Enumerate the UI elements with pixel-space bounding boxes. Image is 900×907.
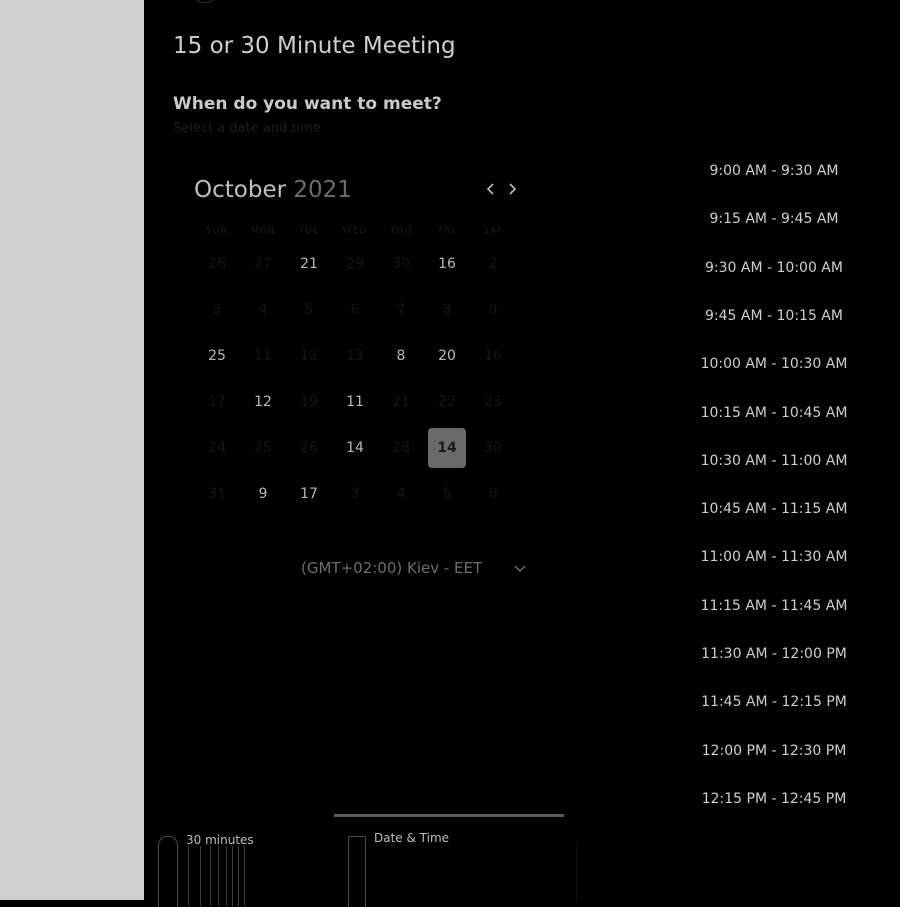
calendar-day[interactable]: 11 (336, 382, 374, 422)
time-slot-button[interactable]: 11:45 AM - 12:15 PM (692, 685, 856, 719)
calendar-day: 5 (442, 486, 452, 502)
calendar-day[interactable]: 25 (198, 336, 236, 376)
weekday-label: THU (390, 226, 412, 236)
time-slot-button[interactable]: 10:45 AM - 11:15 AM (692, 492, 856, 526)
calendar-day: 8 (442, 302, 452, 318)
calendar-day: 13 (346, 348, 364, 364)
calendar-day[interactable]: 9 (244, 474, 282, 514)
clock-icon (158, 836, 178, 907)
calendar-day: 26 (208, 256, 226, 272)
left-panel (0, 0, 144, 900)
calendar-day: 3 (212, 302, 222, 318)
calendar-day: 25 (254, 440, 272, 456)
duration-step-decoration (188, 846, 248, 906)
calendar-day[interactable]: 21 (290, 244, 328, 284)
calendar-day: 6 (350, 302, 360, 318)
calendar-day[interactable]: 16 (428, 244, 466, 284)
calendar-day: 2 (488, 256, 498, 272)
calendar-day: 22 (438, 394, 456, 410)
scheduler-panel: 15 or 30 Minute Meeting When do you want… (144, 0, 900, 907)
time-slot-button[interactable]: 10:15 AM - 10:45 AM (692, 396, 856, 430)
calendar-icon (348, 836, 366, 907)
weekday-header: SUN MON TUE WED THU FRI SAT (194, 226, 516, 240)
weekday-label: TUE (298, 226, 320, 236)
time-slot-button[interactable]: 9:30 AM - 10:00 AM (692, 251, 856, 285)
calendar-day: 30 (484, 440, 502, 456)
calendar-day: 30 (392, 256, 410, 272)
calendar-day: 26 (300, 440, 318, 456)
time-slot-button[interactable]: 11:00 AM - 11:30 AM (692, 540, 856, 574)
avatar (192, 0, 218, 3)
calendar-day: 28 (392, 440, 410, 456)
calendar-month-header: October 2021 (194, 177, 352, 203)
calendar-day[interactable]: 20 (428, 336, 466, 376)
calendar-day: 5 (304, 302, 314, 318)
month-year: 2021 (293, 177, 352, 203)
month-name: October (194, 177, 287, 203)
next-month-button[interactable] (503, 181, 521, 201)
calendar-day: 3 (350, 486, 360, 502)
calendar-day: 16 (484, 348, 502, 364)
time-slot-button[interactable]: 10:00 AM - 10:30 AM (692, 347, 856, 381)
calendar-day: 6 (488, 486, 498, 502)
calendar-day-selected[interactable]: 14 (428, 428, 466, 468)
calendar-day: 31 (208, 486, 226, 502)
calendar-day: 21 (392, 394, 410, 410)
step-duration-label[interactable]: 30 minutes (186, 833, 254, 847)
calendar-day[interactable]: 12 (244, 382, 282, 422)
calendar-day: 27 (254, 256, 272, 272)
calendar-day: 9 (488, 302, 498, 318)
time-slot-button[interactable]: 9:45 AM - 10:15 AM (692, 299, 856, 333)
time-slot-button[interactable]: 11:15 AM - 11:45 AM (692, 589, 856, 623)
calendar-day[interactable]: 8 (382, 336, 420, 376)
calendar-day: 19 (300, 394, 318, 410)
time-slot-button[interactable]: 9:15 AM - 9:45 AM (692, 202, 856, 236)
time-slot-button[interactable]: 9:00 AM - 9:30 AM (692, 154, 856, 188)
previous-month-button[interactable] (482, 181, 500, 201)
calendar-day: 24 (208, 440, 226, 456)
time-slot-button[interactable]: 11:30 AM - 12:00 PM (692, 637, 856, 671)
time-slot-button[interactable]: 12:00 PM - 12:30 PM (692, 734, 856, 768)
calendar-day: 4 (258, 302, 268, 318)
calendar-day: 4 (396, 486, 406, 502)
step-date-time-label[interactable]: Date & Time (374, 831, 449, 845)
calendar-day: 7 (396, 302, 406, 318)
chevron-right-icon (509, 183, 517, 195)
weekday-label: SAT (483, 226, 503, 236)
timezone-select[interactable]: (GMT+02:00) Kiev - EET (301, 559, 482, 577)
divider (576, 846, 577, 900)
calendar-grid: 26 27 21 29 30 16 2 3 4 5 6 7 8 9 25 11 12 13 8 20 16 17 12 19 1… (194, 242, 516, 518)
active-step-indicator (334, 814, 564, 817)
weekday-label: WED (342, 226, 368, 236)
helper-text: Select a date and time (173, 121, 321, 136)
calendar-day: 11 (254, 348, 272, 364)
chevron-left-icon (486, 183, 494, 195)
weekday-label: SUN (205, 226, 229, 236)
section-heading: When do you want to meet? (173, 94, 442, 114)
weekday-label: MON (250, 226, 276, 236)
time-slot-button[interactable]: 10:30 AM - 11:00 AM (692, 444, 856, 478)
page-title: 15 or 30 Minute Meeting (173, 33, 456, 59)
calendar-day: 29 (346, 256, 364, 272)
calendar-day: 17 (208, 394, 226, 410)
calendar-day: 23 (484, 394, 502, 410)
calendar-day[interactable]: 14 (336, 428, 374, 468)
calendar-day: 12 (300, 348, 318, 364)
time-slot-button[interactable]: 12:15 PM - 12:45 PM (692, 782, 856, 816)
weekday-label: FRI (438, 226, 456, 236)
chevron-down-icon (514, 565, 526, 572)
calendar-day[interactable]: 17 (290, 474, 328, 514)
